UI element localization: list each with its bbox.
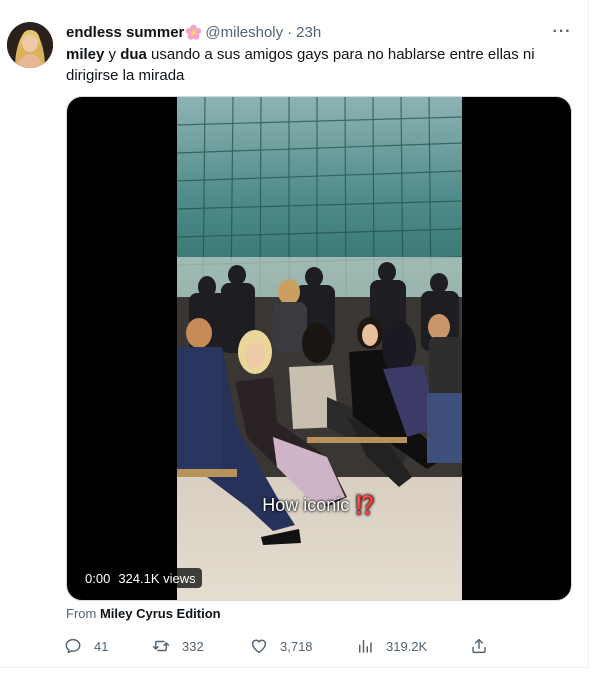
flower-emoji-icon <box>185 24 202 41</box>
repost-button[interactable]: 332 <box>152 632 204 660</box>
separator-dot: · <box>287 23 293 41</box>
mention-miley: miley <box>66 46 105 63</box>
like-button[interactable]: 3,718 <box>250 632 313 660</box>
user-handle[interactable]: @milesholy <box>205 24 283 41</box>
action-bar: 41 332 3,718 319.2K <box>60 632 500 660</box>
source-prefix: From <box>66 606 100 621</box>
video-thumbnail <box>177 97 462 600</box>
video-caption: How iconic ⁉️ <box>262 495 377 515</box>
share-icon <box>472 638 486 654</box>
timestamp[interactable]: 23h <box>296 24 321 41</box>
repost-count: 332 <box>182 638 204 654</box>
tweet[interactable]: endless summer @milesholy · 23h ··· mile… <box>0 0 589 668</box>
views-count: 319.2K <box>386 638 428 654</box>
like-count: 3,718 <box>280 638 313 654</box>
share-button[interactable] <box>470 632 500 660</box>
reply-count: 41 <box>94 638 109 654</box>
video-views: 324.1K views <box>118 570 196 586</box>
video-frame[interactable]: How iconic ⁉️ <box>177 97 462 600</box>
views-chart-icon <box>359 640 372 653</box>
repost-icon <box>152 640 170 652</box>
reply-icon <box>65 638 81 654</box>
video-time: 0:00 <box>85 570 111 586</box>
video-meta: 0:00 324.1K views <box>79 568 202 588</box>
source-attribution: From Miley Cyrus Edition <box>66 606 221 621</box>
reply-button[interactable]: 41 <box>64 632 108 660</box>
tweet-header: endless summer @milesholy · 23h <box>66 22 321 42</box>
tweet-text: miley y dua usando a sus amigos gays par… <box>66 44 566 86</box>
more-options-icon[interactable]: ··· <box>552 22 572 42</box>
source-name[interactable]: Miley Cyrus Edition <box>100 606 221 621</box>
views-button[interactable]: 319.2K <box>356 632 427 660</box>
mention-dua: dua <box>120 46 147 63</box>
tweet-text-part: y <box>104 46 121 63</box>
display-name[interactable]: endless summer <box>66 24 184 41</box>
heart-icon <box>251 639 267 654</box>
avatar[interactable] <box>7 22 53 68</box>
video-player[interactable]: How iconic ⁉️ 0:00 324.1K views <box>66 96 572 601</box>
